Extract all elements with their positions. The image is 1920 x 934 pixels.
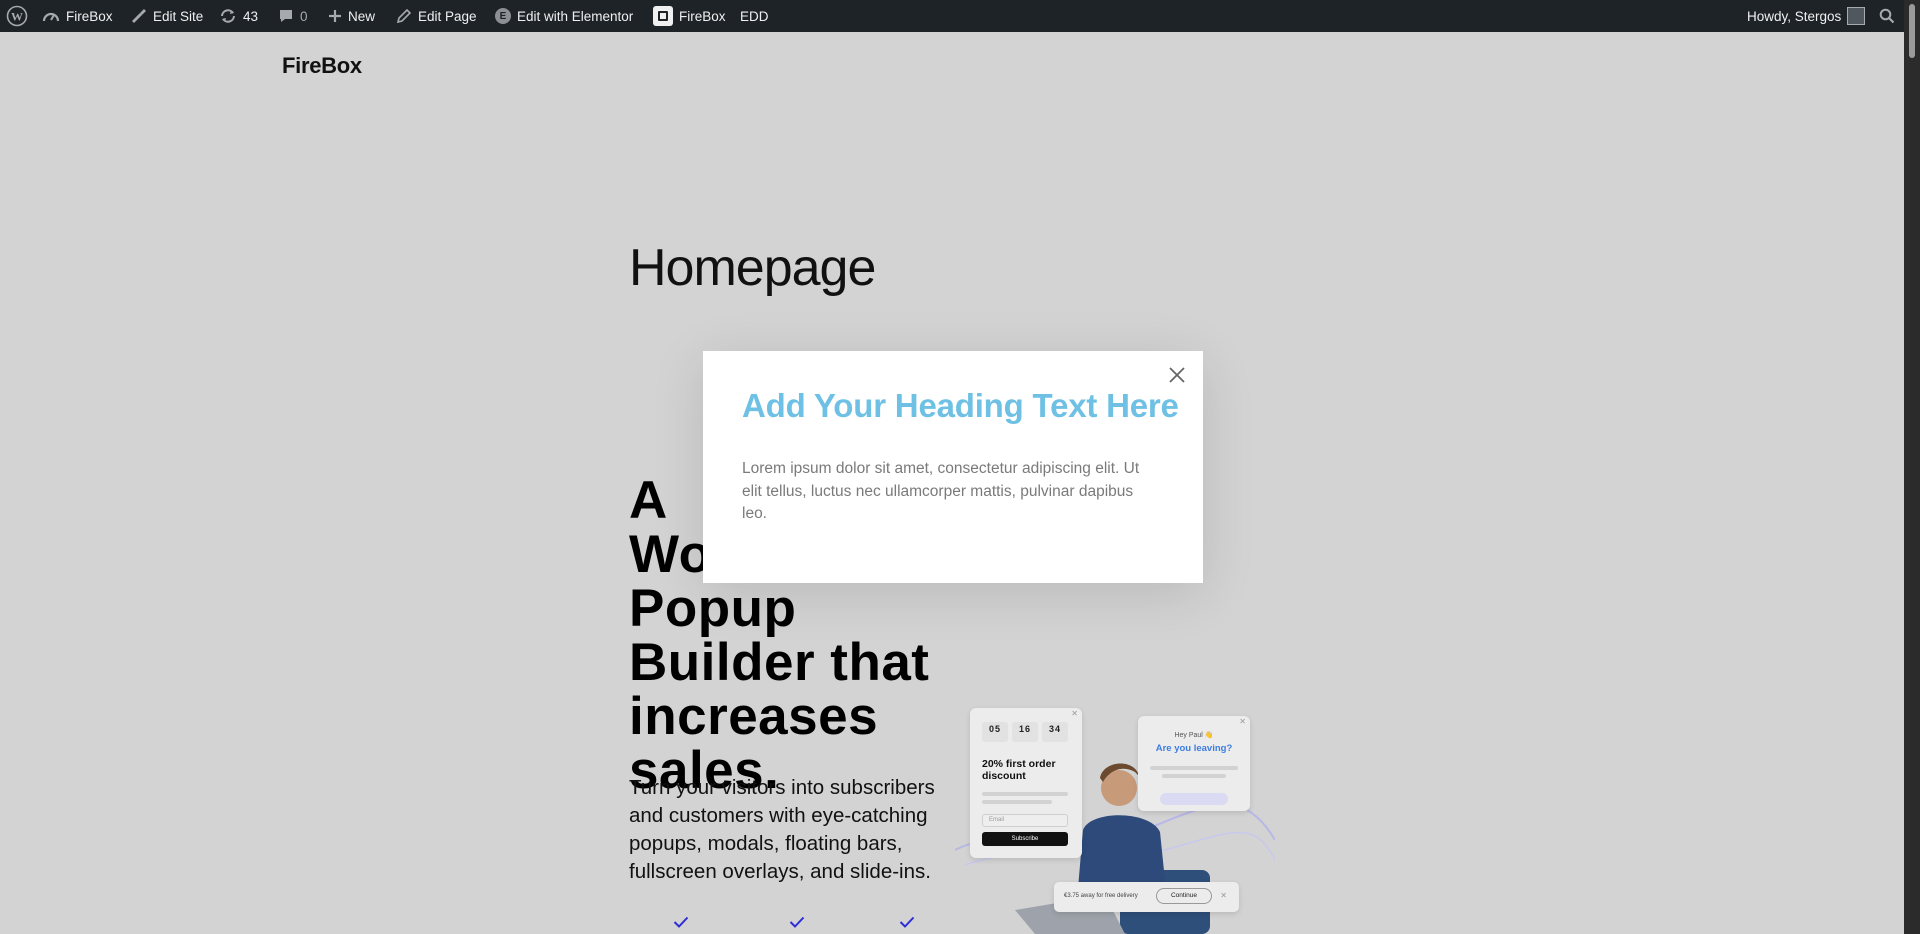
site-title[interactable]: FireBox [282, 53, 362, 79]
admin-site-name[interactable]: FireBox [42, 0, 113, 32]
exit-intent-heading: Are you leaving? [1155, 743, 1233, 754]
edit-site-label: Edit Site [153, 8, 204, 24]
popup-body-text: Lorem ipsum dolor sit amet, consectetur … [742, 460, 1140, 522]
updates-count: 43 [243, 8, 259, 24]
edit-page-link[interactable]: Edit Page [396, 0, 477, 32]
edit-site-link[interactable]: Edit Site [129, 0, 203, 32]
close-icon [1169, 367, 1185, 383]
edd-menu[interactable]: EDD [740, 0, 769, 32]
new-label: New [348, 8, 376, 24]
scrollbar-thumb[interactable] [1909, 4, 1915, 58]
email-field: Email [982, 814, 1068, 827]
new-content-link[interactable]: New [328, 0, 375, 32]
svg-text:W: W [11, 10, 23, 24]
edd-menu-label: EDD [740, 8, 769, 24]
greeting-label: Howdy, Stergos [1747, 8, 1842, 24]
popup-modal: Add Your Heading Text Here Lorem ipsum d… [703, 351, 1203, 583]
text-placeholder-bar [1162, 774, 1226, 778]
plus-icon [329, 10, 341, 22]
close-icon: ✕ [1071, 709, 1078, 718]
edit-with-elementor-label: Edit with Elementor [517, 8, 634, 24]
brush-icon [132, 9, 146, 23]
wordpress-logo-icon[interactable]: W [6, 0, 28, 32]
dashboard-icon [42, 12, 60, 22]
comment-icon [280, 10, 292, 22]
continue-button: Continue [1156, 888, 1212, 904]
search-icon [1879, 8, 1895, 24]
countdown-timer: 05 16 34 [982, 722, 1068, 742]
subscribe-button: Subscribe [982, 832, 1068, 846]
edit-page-label: Edit Page [418, 8, 477, 24]
pencil-icon [396, 8, 412, 24]
popup-heading: Add Your Heading Text Here [742, 387, 1179, 424]
account-menu[interactable]: Howdy, Stergos [1747, 0, 1866, 32]
avatar [1847, 7, 1866, 25]
countdown-minutes: 34 [1042, 722, 1068, 742]
firebox-menu[interactable]: FireBox [653, 0, 726, 32]
page-title: Homepage [629, 239, 876, 297]
check-icon [673, 916, 689, 928]
close-icon: ✕ [1239, 717, 1246, 726]
comments-count: 0 [300, 8, 308, 24]
hero-illustration: 05 16 34 20% first order discount Email … [955, 700, 1275, 934]
offer-text: 20% first order discount [982, 758, 1056, 782]
firebox-icon [653, 6, 673, 26]
code-pill [1160, 793, 1228, 805]
text-placeholder-bar [1150, 766, 1238, 770]
updates-link[interactable]: 43 [219, 0, 258, 32]
admin-search[interactable] [1879, 0, 1895, 32]
updates-icon [221, 9, 235, 23]
exit-intent-popup-card: Hey Paul 👋 Are you leaving? ✕ [1138, 716, 1250, 811]
countdown-hours: 16 [1012, 722, 1038, 742]
countdown-popup-card: 05 16 34 20% first order discount Email … [970, 708, 1082, 858]
edit-with-elementor-link[interactable]: E Edit with Elementor [495, 0, 633, 32]
firebox-menu-label: FireBox [679, 8, 726, 24]
admin-bar: W FireBox Edit Site 43 0 New Edit Page E… [0, 0, 1904, 32]
check-icon [899, 916, 915, 928]
floating-bar-card: €3.75 away for free delivery Continue ✕ [1054, 882, 1239, 912]
text-placeholder-bar [982, 800, 1052, 804]
hero-subtext: Turn your visitors into subscribers and … [629, 776, 935, 883]
countdown-days: 05 [982, 722, 1008, 742]
admin-site-name-label: FireBox [66, 8, 113, 24]
check-icon [789, 916, 805, 928]
close-icon: ✕ [1220, 891, 1227, 900]
delivery-text: €3.75 away for free delivery [1064, 893, 1138, 899]
text-placeholder-bar [982, 792, 1068, 796]
elementor-icon: E [495, 8, 511, 24]
greeting-text: Hey Paul 👋 [1174, 732, 1214, 739]
page-scrollbar[interactable] [1904, 0, 1920, 934]
comments-link[interactable]: 0 [278, 0, 308, 32]
popup-close-button[interactable] [1167, 365, 1187, 385]
